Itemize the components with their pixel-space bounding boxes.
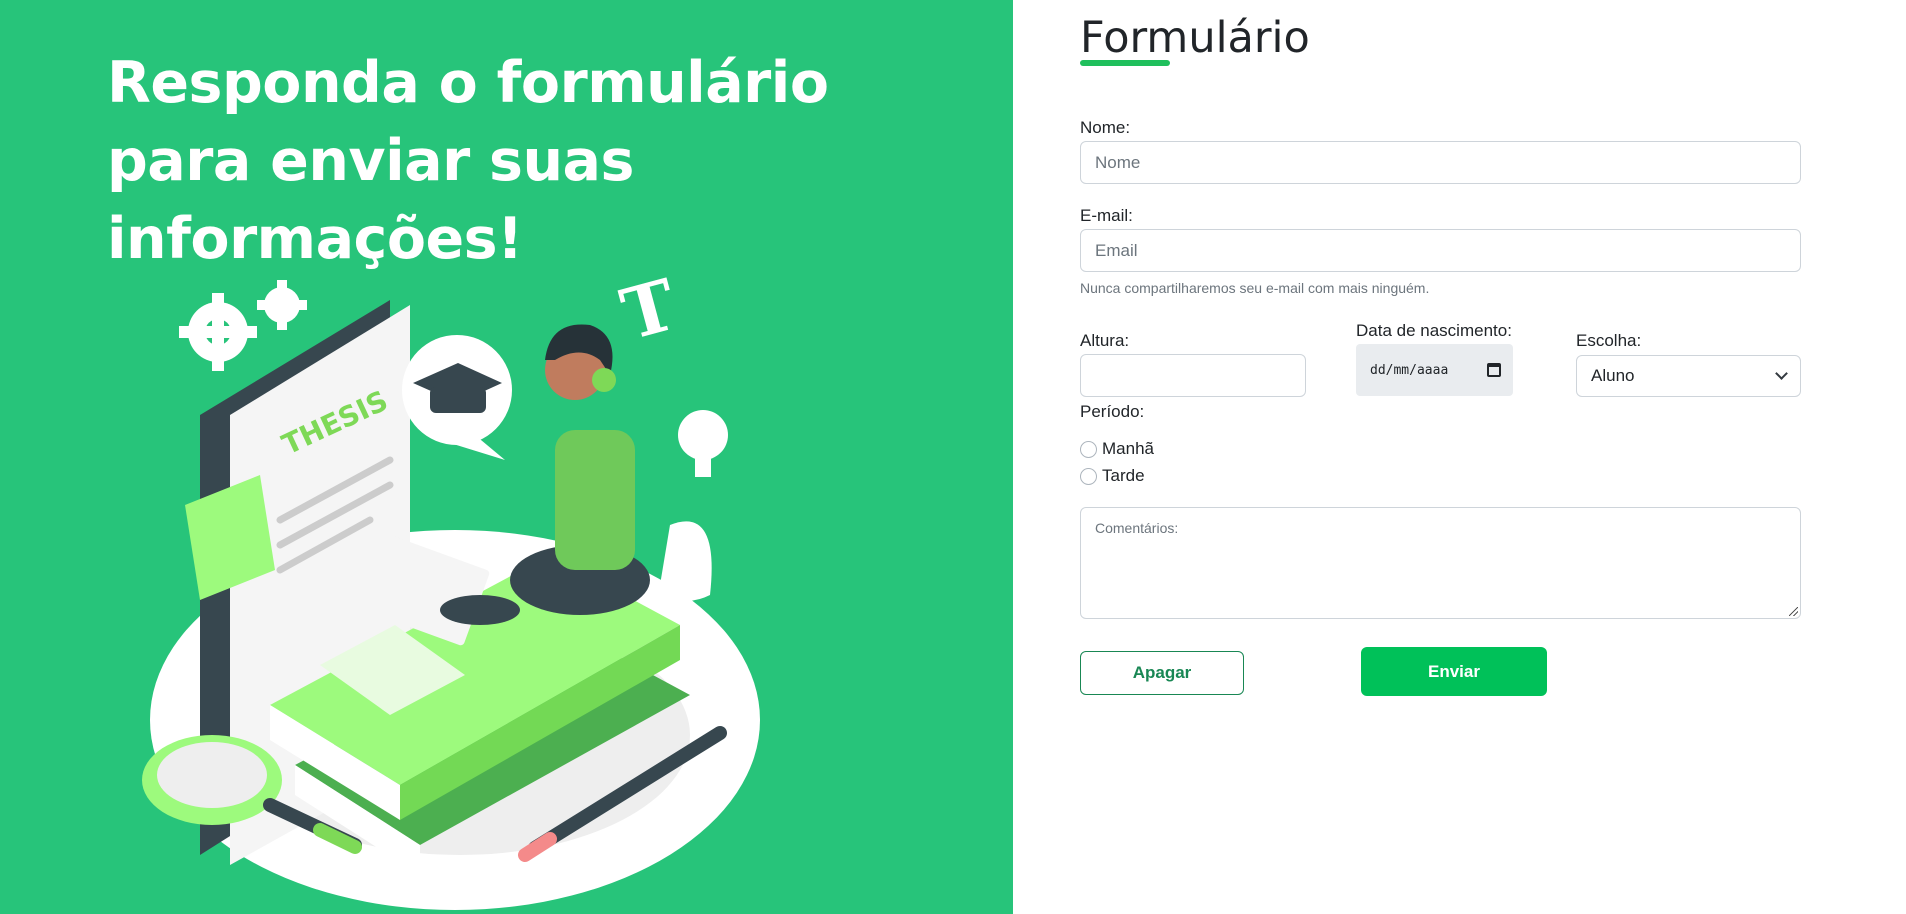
calendar-icon[interactable]	[1487, 363, 1501, 377]
chevron-down-icon	[1775, 367, 1788, 380]
resize-handle-icon[interactable]	[1789, 607, 1798, 616]
radio-label: Tarde	[1102, 466, 1145, 485]
choice-label: Escolha:	[1576, 331, 1642, 350]
email-label: E-mail:	[1080, 206, 1133, 225]
clear-button[interactable]: Apagar	[1080, 651, 1244, 695]
title-underline	[1080, 60, 1170, 66]
radio-button[interactable]	[1080, 467, 1097, 485]
email-help-text: Nunca compartilharemos seu e-mail com ma…	[1080, 280, 1430, 296]
name-input[interactable]	[1080, 141, 1801, 184]
radio-button[interactable]	[1080, 440, 1097, 458]
birthdate-label: Data de nascimento:	[1356, 321, 1512, 340]
form-title: Formulário	[1080, 13, 1310, 63]
birthdate-input[interactable]: dd/mm/aaaa	[1356, 344, 1513, 396]
form-panel: Formulário Nome: E-mail: Nunca compartil…	[1013, 0, 1906, 914]
radio-label: Manhã	[1102, 439, 1154, 458]
height-label: Altura:	[1080, 331, 1130, 350]
study-illustration: THESIS T	[142, 265, 760, 910]
hero-panel: Responda o formulário para enviar suas i…	[0, 0, 1013, 914]
name-label: Nome:	[1080, 118, 1131, 137]
submit-button[interactable]: Enviar	[1361, 647, 1547, 696]
illustration-letter: T	[613, 265, 685, 356]
period-label: Período:	[1080, 402, 1145, 421]
birthdate-value: dd/mm/aaaa	[1370, 362, 1449, 378]
email-input[interactable]	[1080, 229, 1801, 272]
comments-textarea[interactable]: Comentários:	[1080, 507, 1801, 619]
period-option-manha[interactable]: Manhã	[1080, 439, 1154, 459]
choice-select[interactable]: Aluno	[1576, 355, 1801, 397]
period-option-tarde[interactable]: Tarde	[1080, 466, 1145, 486]
comments-placeholder: Comentários:	[1095, 520, 1179, 536]
choice-selected-value: Aluno	[1591, 366, 1635, 385]
hero-title: Responda o formulário para enviar suas i…	[107, 50, 829, 272]
height-input[interactable]	[1080, 354, 1306, 397]
